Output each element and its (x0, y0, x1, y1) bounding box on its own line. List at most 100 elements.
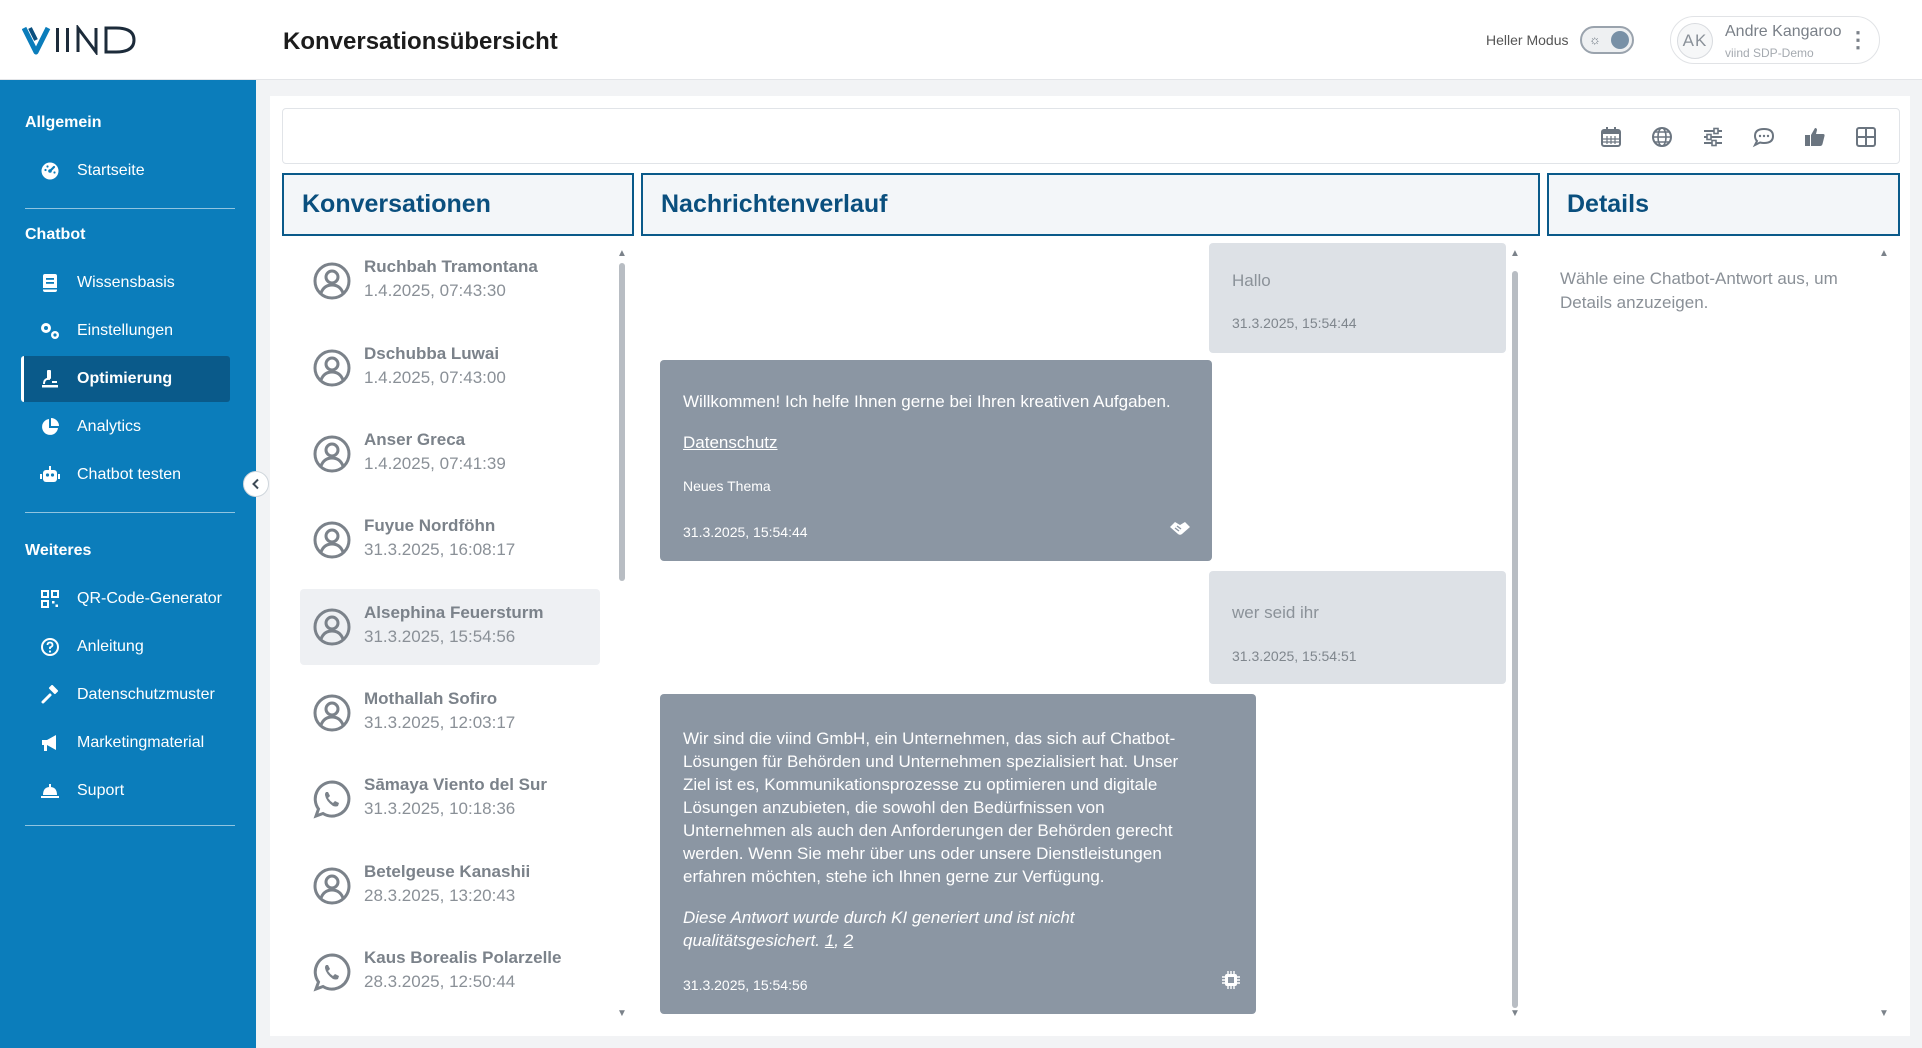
chevron-left-icon (252, 478, 259, 490)
scroll-down-arrow[interactable]: ▼ (1510, 1009, 1520, 1019)
user-circle-icon (313, 349, 351, 387)
message-text-line: Lösungen anzubieten, die sowohl den Bedü… (683, 798, 1105, 817)
microscope-icon (39, 368, 61, 390)
bot-message[interactable]: Wir sind die viind GmbH, ein Unternehmen… (660, 694, 1256, 1014)
top-bar: Konversationsübersicht Heller Modus ☼ AK… (0, 0, 1922, 80)
sidebar-item-marketingmaterial[interactable]: Marketingmaterial (21, 720, 230, 766)
user-circle-icon (313, 694, 351, 732)
sidebar-item-suport[interactable]: Suport (21, 768, 230, 814)
scroll-up-arrow[interactable]: ▲ (1510, 249, 1520, 259)
gears-icon (39, 320, 61, 342)
sliders-icon[interactable] (1699, 123, 1727, 151)
message-timestamp: 31.3.2025, 15:54:44 (1232, 315, 1357, 331)
thumbs-up-icon[interactable] (1801, 123, 1829, 151)
robot-icon (39, 464, 61, 486)
source-link-1[interactable]: 1 (825, 931, 834, 950)
conversation-item[interactable]: Mothallah Sofiro 31.3.2025, 12:03:17 (300, 675, 600, 751)
conversation-name: Mothallah Sofiro (364, 689, 498, 708)
privacy-link[interactable]: Datenschutz (683, 431, 778, 454)
viind-logo[interactable] (22, 22, 140, 58)
message-text: Willkommen! Ich helfe Ihnen gerne bei Ih… (683, 392, 1171, 411)
page-title: Konversationsübersicht (283, 28, 558, 55)
conversation-name: Anser Greca (364, 430, 466, 449)
ai-disclaimer-text: qualitätsgesichert. (683, 931, 821, 950)
message-history-scrollbar[interactable] (1512, 271, 1518, 1008)
conversation-list-scrollbar[interactable] (619, 263, 625, 581)
conversation-name: Alsephina Feuersturm (364, 603, 544, 622)
conversation-item[interactable]: Kaus Borealis Polarzelle 28.3.2025, 12:5… (300, 934, 600, 1010)
sidebar-item-qr-code-generator[interactable]: QR-Code-Generator (21, 576, 230, 622)
theme-toggle[interactable]: ☼ (1580, 26, 1634, 54)
message-text-line: werden. Wenn Sie mehr über uns oder unse… (683, 844, 1162, 863)
message-text-line: Lösungen für Behörden und Unternehmen sp… (683, 752, 1179, 771)
user-message: wer seid ihr 31.3.2025, 15:54:51 (1209, 571, 1506, 684)
dashboard-icon (39, 160, 61, 182)
sidebar-item-label: Startseite (77, 162, 145, 179)
grid-icon[interactable] (1852, 123, 1880, 151)
scroll-up-arrow[interactable]: ▲ (1879, 249, 1889, 259)
pie-chart-icon (39, 416, 61, 438)
sidebar-item-label: Einstellungen (77, 322, 174, 339)
conversation-name: Ruchbah Tramontana (364, 257, 538, 276)
globe-icon[interactable] (1648, 123, 1676, 151)
conversation-name: Kaus Borealis Polarzelle (364, 948, 562, 967)
conversation-name: Sāmaya Viento del Sur (364, 775, 547, 794)
message-timestamp: 31.3.2025, 15:54:44 (683, 524, 808, 540)
details-panel-title: Details (1547, 173, 1900, 236)
sidebar: Allgemein Startseite Chatbot Wissensbasi… (0, 80, 256, 1048)
conversation-item[interactable]: Fuyue Nordföhn 31.3.2025, 16:08:17 (300, 502, 600, 578)
conversation-time: 1.4.2025, 07:41:39 (364, 454, 506, 473)
user-organization: viind SDP-Demo (1725, 46, 1814, 60)
user-circle-icon (313, 262, 351, 300)
sidebar-item-label: Chatbot testen (77, 466, 182, 483)
sidebar-divider (25, 512, 235, 513)
book-icon (39, 272, 61, 294)
bot-message[interactable]: Willkommen! Ich helfe Ihnen gerne bei Ih… (660, 360, 1212, 561)
sidebar-collapse-button[interactable] (243, 471, 269, 497)
sidebar-item-einstellungen[interactable]: Einstellungen (21, 308, 230, 354)
sidebar-item-optimierung[interactable]: Optimierung (21, 356, 230, 402)
handshake-icon (1168, 516, 1192, 540)
sidebar-item-label: Suport (77, 782, 125, 799)
sidebar-item-datenschutzmuster[interactable]: Datenschutzmuster (21, 672, 230, 718)
sidebar-divider (25, 825, 235, 826)
conversation-item[interactable]: Dschubba Luwai 1.4.2025, 07:43:00 (300, 330, 600, 406)
conversation-item[interactable]: Ruchbah Tramontana 1.4.2025, 07:43:30 (300, 243, 600, 319)
user-circle-icon (313, 867, 351, 905)
calendar-icon[interactable] (1597, 123, 1625, 151)
conversation-time: 1.4.2025, 07:43:00 (364, 368, 506, 387)
message-text: wer seid ihr (1232, 603, 1319, 622)
sidebar-item-label: Datenschutzmuster (77, 686, 215, 703)
more-vertical-icon[interactable]: ⋮ (1847, 28, 1869, 52)
message-text-line: erfahren möchten, stehe ich Ihnen gerne … (683, 867, 1105, 886)
conversation-item[interactable]: Betelgeuse Kanashii 28.3.2025, 13:20:43 (300, 848, 600, 924)
ai-disclaimer: Diese Antwort wurde durch KI generiert u… (683, 908, 1075, 927)
theme-mode-label: Heller Modus (1486, 32, 1569, 48)
sidebar-item-label: Optimierung (77, 370, 173, 387)
user-profile-menu[interactable]: AK Andre Kangaroo viind SDP-Demo ⋮ (1670, 16, 1880, 64)
conversation-item[interactable]: Anser Greca 1.4.2025, 07:41:39 (300, 416, 600, 492)
sidebar-item-wissensbasis[interactable]: Wissensbasis (21, 260, 230, 306)
sidebar-item-anleitung[interactable]: Anleitung (21, 624, 230, 670)
message-text-line: Unternehmen als auch den Anforderungen d… (683, 821, 1173, 840)
sidebar-section-weiteres: Weiteres (25, 542, 92, 559)
details-panel: Wähle eine Chatbot-Antwort aus, um Detai… (1546, 243, 1896, 1023)
scroll-down-arrow[interactable]: ▼ (1879, 1009, 1889, 1019)
scroll-down-arrow[interactable]: ▼ (617, 1009, 627, 1019)
conversation-time: 1.4.2025, 07:43:30 (364, 281, 506, 300)
conversation-item-selected[interactable]: Alsephina Feuersturm 31.3.2025, 15:54:56 (300, 589, 600, 665)
ai-disclaimer-sources: qualitätsgesichert. 1, 2 (683, 929, 853, 952)
sidebar-item-startseite[interactable]: Startseite (21, 148, 230, 194)
sidebar-item-analytics[interactable]: Analytics (21, 404, 230, 450)
scroll-up-arrow[interactable]: ▲ (617, 249, 627, 259)
source-link-2[interactable]: 2 (844, 931, 853, 950)
qr-code-icon (39, 588, 61, 610)
comment-icon[interactable] (1750, 123, 1778, 151)
conversation-item[interactable]: Sāmaya Viento del Sur 31.3.2025, 10:18:3… (300, 761, 600, 837)
sidebar-item-chatbot-testen[interactable]: Chatbot testen (21, 452, 230, 498)
megaphone-icon (39, 732, 61, 754)
conversation-name: Betelgeuse Kanashii (364, 862, 531, 881)
sidebar-item-label: QR-Code-Generator (77, 590, 222, 607)
sidebar-divider (25, 208, 235, 209)
conversations-panel-title: Konversationen (282, 173, 634, 236)
